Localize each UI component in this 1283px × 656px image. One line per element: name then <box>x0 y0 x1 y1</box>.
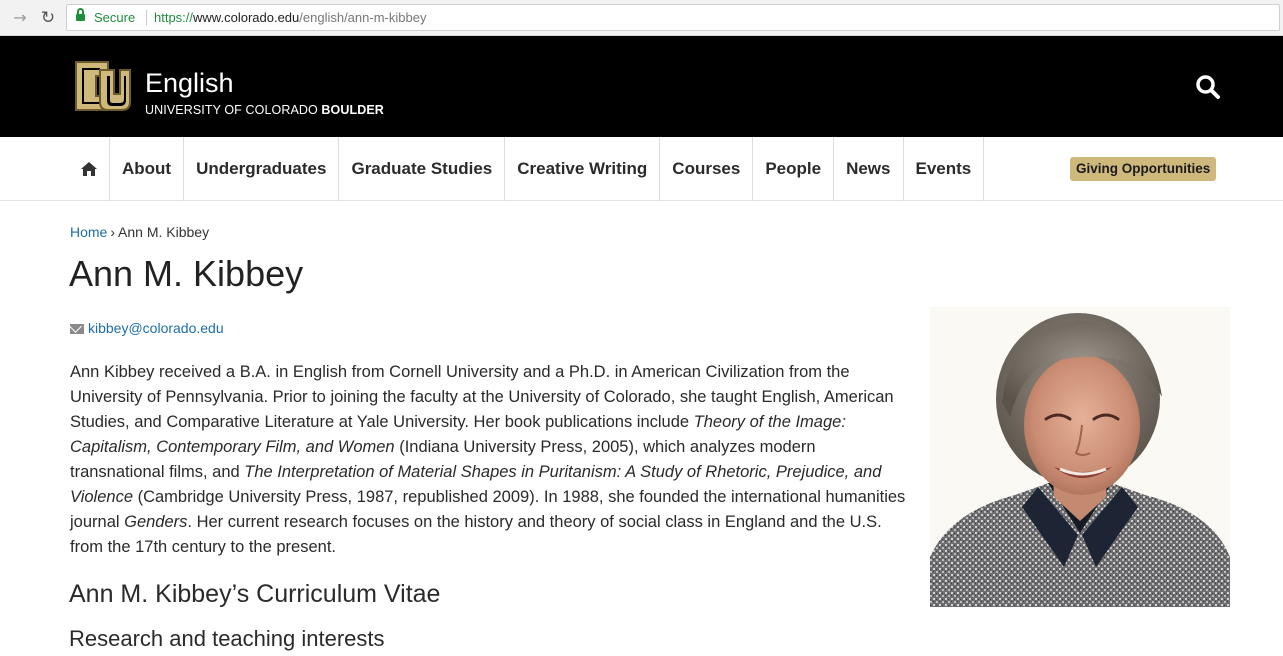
nav-item-events[interactable]: Events <box>904 137 985 201</box>
site-subtitle-prefix: UNIVERSITY OF COLORADO <box>145 103 318 117</box>
site-header: English UNIVERSITY OF COLORADO BOULDER <box>0 36 1283 137</box>
cu-logo-icon[interactable] <box>70 56 134 116</box>
search-icon[interactable] <box>1195 74 1221 100</box>
forward-arrow-icon[interactable]: → <box>10 8 30 28</box>
giving-opportunities-button[interactable]: Giving Opportunities <box>1070 157 1217 181</box>
url-scheme: https:// <box>154 10 194 25</box>
nav-item-creative-writing[interactable]: Creative Writing <box>505 137 661 201</box>
url-path: /english/ann-m-kibbey <box>299 10 427 25</box>
breadcrumb: Home › Ann M. Kibbey <box>70 224 209 240</box>
reload-icon[interactable]: ↻ <box>38 8 58 28</box>
research-heading: Research and teaching interests <box>69 626 385 651</box>
browser-toolbar: → ↻ Secure https://www.colorado.edu/engl… <box>0 0 1283 36</box>
bio-paragraph: Ann Kibbey received a B.A. in English fr… <box>70 360 910 560</box>
site-subtitle-bold: BOULDER <box>321 103 384 117</box>
nav-item-people[interactable]: People <box>753 137 835 201</box>
site-title[interactable]: English <box>145 68 234 99</box>
main-nav: About Undergraduates Graduate Studies Cr… <box>0 137 1283 201</box>
url-host: www.colorado.edu <box>193 10 300 25</box>
home-icon <box>81 162 97 176</box>
envelope-icon <box>70 324 84 334</box>
site-subtitle[interactable]: UNIVERSITY OF COLORADO BOULDER <box>145 103 384 117</box>
lock-icon <box>76 8 85 21</box>
nav-home[interactable] <box>70 137 110 201</box>
email-link[interactable]: kibbey@colorado.edu <box>88 320 224 336</box>
nav-list: About Undergraduates Graduate Studies Cr… <box>70 137 985 201</box>
address-separator <box>146 10 147 26</box>
breadcrumb-home-link[interactable]: Home <box>70 224 107 240</box>
bio-text-4: . Her current research focuses on the hi… <box>70 513 882 556</box>
nav-item-graduate-studies[interactable]: Graduate Studies <box>339 137 506 201</box>
email-row: kibbey@colorado.edu <box>70 320 224 336</box>
url-text[interactable]: https://www.colorado.edu/english/ann-m-k… <box>154 10 426 25</box>
breadcrumb-current: Ann M. Kibbey <box>118 224 210 240</box>
cv-heading: Ann M. Kibbey’s Curriculum Vitae <box>69 580 441 608</box>
address-bar[interactable]: Secure https://www.colorado.edu/english/… <box>66 4 1280 31</box>
nav-item-news[interactable]: News <box>834 137 904 201</box>
nav-item-undergraduates[interactable]: Undergraduates <box>184 137 340 201</box>
profile-photo <box>930 307 1230 607</box>
nav-item-about[interactable]: About <box>110 137 185 201</box>
bio-journal: Genders <box>124 513 188 531</box>
page-title: Ann M. Kibbey <box>69 253 304 294</box>
secure-label: Secure <box>94 10 136 25</box>
nav-item-courses[interactable]: Courses <box>660 137 754 201</box>
breadcrumb-separator: › <box>110 224 116 240</box>
